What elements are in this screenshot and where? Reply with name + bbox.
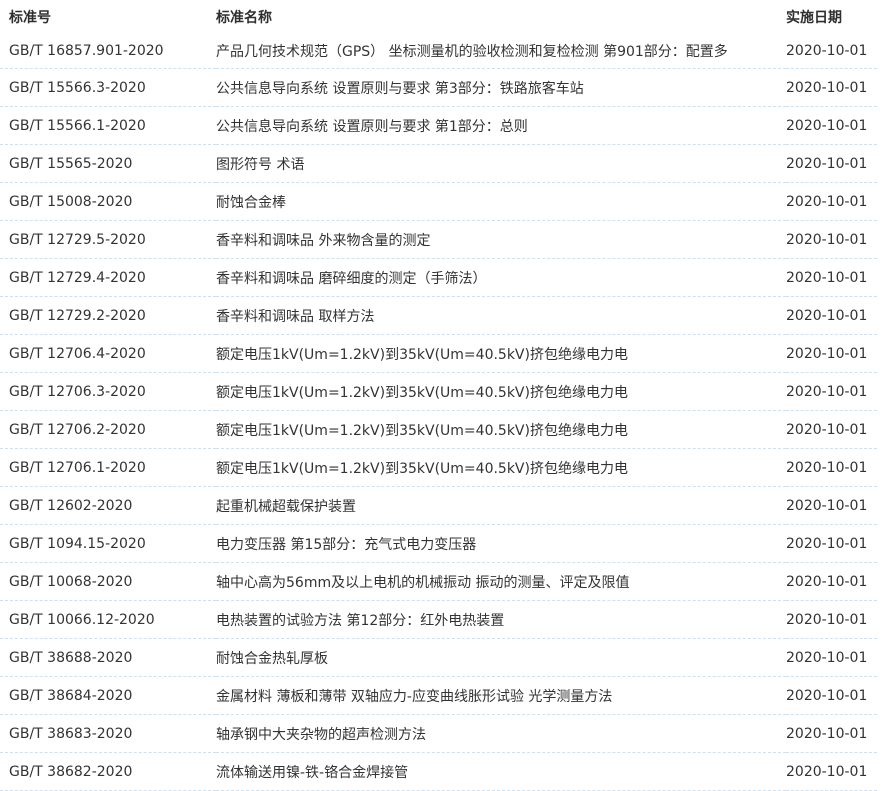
standard-name-link[interactable]: 流体输送用镍-铁-铬合金焊接管 xyxy=(216,752,786,791)
standard-code[interactable]: GB/T 12706.4-2020 xyxy=(0,334,216,373)
standard-code[interactable]: GB/T 38688-2020 xyxy=(0,638,216,677)
standard-code[interactable]: GB/T 12602-2020 xyxy=(0,486,216,525)
table-row: GB/T 10066.12-2020 电热装置的试验方法 第12部分：红外电热装… xyxy=(0,600,877,639)
table-row: GB/T 12729.2-2020 香辛料和调味品 取样方法 2020-10-0… xyxy=(0,296,877,335)
table-row: GB/T 38682-2020 流体输送用镍-铁-铬合金焊接管 2020-10-… xyxy=(0,752,877,791)
table-header: 标准号 标准名称 实施日期 xyxy=(0,0,877,33)
table-row: GB/T 38688-2020 耐蚀合金热轧厚板 2020-10-01 xyxy=(0,638,877,677)
implementation-date: 2020-10-01 xyxy=(786,448,877,487)
standard-name-link[interactable]: 香辛料和调味品 磨碎细度的测定（手筛法） xyxy=(216,258,786,297)
table-row: GB/T 15565-2020 图形符号 术语 2020-10-01 xyxy=(0,144,877,183)
implementation-date: 2020-10-01 xyxy=(786,68,877,107)
standard-name-link[interactable]: 耐蚀合金棒 xyxy=(216,182,786,221)
implementation-date: 2020-10-01 xyxy=(786,144,877,183)
table-row: GB/T 12706.4-2020 额定电压1kV(Um=1.2kV)到35kV… xyxy=(0,334,877,373)
implementation-date: 2020-10-01 xyxy=(786,676,877,715)
standard-name-link[interactable]: 起重机械超载保护装置 xyxy=(216,486,786,525)
table-row: GB/T 12729.5-2020 香辛料和调味品 外来物含量的测定 2020-… xyxy=(0,220,877,259)
implementation-date: 2020-10-01 xyxy=(786,714,877,753)
standard-code[interactable]: GB/T 12706.1-2020 xyxy=(0,448,216,487)
standard-name-link[interactable]: 公共信息导向系统 设置原则与要求 第1部分：总则 xyxy=(216,106,786,145)
standard-code[interactable]: GB/T 38682-2020 xyxy=(0,752,216,791)
implementation-date: 2020-10-01 xyxy=(786,182,877,221)
table-row: GB/T 1094.15-2020 电力变压器 第15部分：充气式电力变压器 2… xyxy=(0,524,877,563)
table-row: GB/T 12706.1-2020 额定电压1kV(Um=1.2kV)到35kV… xyxy=(0,448,877,487)
table-row: GB/T 10068-2020 轴中心高为56mm及以上电机的机械振动 振动的测… xyxy=(0,562,877,601)
table-row: GB/T 12602-2020 起重机械超载保护装置 2020-10-01 xyxy=(0,486,877,525)
implementation-date: 2020-10-01 xyxy=(786,752,877,791)
table-row: GB/T 12729.4-2020 香辛料和调味品 磨碎细度的测定（手筛法） 2… xyxy=(0,258,877,297)
table-row: GB/T 15566.1-2020 公共信息导向系统 设置原则与要求 第1部分：… xyxy=(0,106,877,145)
implementation-date: 2020-10-01 xyxy=(786,410,877,449)
implementation-date: 2020-10-01 xyxy=(786,562,877,601)
standard-name-link[interactable]: 耐蚀合金热轧厚板 xyxy=(216,638,786,677)
implementation-date: 2020-10-01 xyxy=(786,638,877,677)
standard-code[interactable]: GB/T 38684-2020 xyxy=(0,676,216,715)
standard-code[interactable]: GB/T 15566.1-2020 xyxy=(0,106,216,145)
table-body: GB/T 16857.901-2020 产品几何技术规范（GPS） 坐标测量机的… xyxy=(0,33,877,791)
standard-name-link[interactable]: 公共信息导向系统 设置原则与要求 第3部分：铁路旅客车站 xyxy=(216,68,786,107)
table-row: GB/T 12706.2-2020 额定电压1kV(Um=1.2kV)到35kV… xyxy=(0,410,877,449)
standard-code[interactable]: GB/T 12706.3-2020 xyxy=(0,372,216,411)
standard-code[interactable]: GB/T 15008-2020 xyxy=(0,182,216,221)
implementation-date: 2020-10-01 xyxy=(786,334,877,373)
standard-code[interactable]: GB/T 12729.2-2020 xyxy=(0,296,216,335)
standard-code[interactable]: GB/T 15566.3-2020 xyxy=(0,68,216,107)
standards-table: 标准号 标准名称 实施日期 GB/T 16857.901-2020 产品几何技术… xyxy=(0,0,877,791)
implementation-date: 2020-10-01 xyxy=(786,33,877,69)
standard-name-link[interactable]: 额定电压1kV(Um=1.2kV)到35kV(Um=40.5kV)挤包绝缘电力电 xyxy=(216,334,786,373)
standard-code[interactable]: GB/T 10068-2020 xyxy=(0,562,216,601)
implementation-date: 2020-10-01 xyxy=(786,524,877,563)
header-implementation-date: 实施日期 xyxy=(786,9,842,26)
standard-code[interactable]: GB/T 15565-2020 xyxy=(0,144,216,183)
standard-name-link[interactable]: 额定电压1kV(Um=1.2kV)到35kV(Um=40.5kV)挤包绝缘电力电 xyxy=(216,448,786,487)
table-row: GB/T 38683-2020 轴承钢中大夹杂物的超声检测方法 2020-10-… xyxy=(0,714,877,753)
standard-code[interactable]: GB/T 38683-2020 xyxy=(0,714,216,753)
standards-list-page: 标准号 标准名称 实施日期 GB/T 16857.901-2020 产品几何技术… xyxy=(0,0,896,791)
standard-name-link[interactable]: 额定电压1kV(Um=1.2kV)到35kV(Um=40.5kV)挤包绝缘电力电 xyxy=(216,410,786,449)
standard-name-link[interactable]: 额定电压1kV(Um=1.2kV)到35kV(Um=40.5kV)挤包绝缘电力电 xyxy=(216,372,786,411)
table-row: GB/T 12706.3-2020 额定电压1kV(Um=1.2kV)到35kV… xyxy=(0,372,877,411)
table-row: GB/T 38684-2020 金属材料 薄板和薄带 双轴应力-应变曲线胀形试验… xyxy=(0,676,877,715)
standard-name-link[interactable]: 轴承钢中大夹杂物的超声检测方法 xyxy=(216,714,786,753)
header-row: 标准号 标准名称 实施日期 xyxy=(0,0,877,33)
standard-name-link[interactable]: 电力变压器 第15部分：充气式电力变压器 xyxy=(216,524,786,563)
standard-name-link[interactable]: 产品几何技术规范（GPS） 坐标测量机的验收检测和复检检测 第901部分：配置多 xyxy=(216,33,786,69)
header-standard-code: 标准号 xyxy=(9,9,51,26)
standard-code[interactable]: GB/T 16857.901-2020 xyxy=(0,33,216,69)
standard-code[interactable]: GB/T 12729.4-2020 xyxy=(0,258,216,297)
standard-code[interactable]: GB/T 12706.2-2020 xyxy=(0,410,216,449)
standard-name-link[interactable]: 轴中心高为56mm及以上电机的机械振动 振动的测量、评定及限值 xyxy=(216,562,786,601)
standard-name-link[interactable]: 图形符号 术语 xyxy=(216,144,786,183)
implementation-date: 2020-10-01 xyxy=(786,486,877,525)
table-row: GB/T 16857.901-2020 产品几何技术规范（GPS） 坐标测量机的… xyxy=(0,33,877,69)
table-row: GB/T 15008-2020 耐蚀合金棒 2020-10-01 xyxy=(0,182,877,221)
table-row: GB/T 15566.3-2020 公共信息导向系统 设置原则与要求 第3部分：… xyxy=(0,68,877,107)
implementation-date: 2020-10-01 xyxy=(786,296,877,335)
header-standard-name: 标准名称 xyxy=(216,9,272,26)
implementation-date: 2020-10-01 xyxy=(786,372,877,411)
standard-name-link[interactable]: 金属材料 薄板和薄带 双轴应力-应变曲线胀形试验 光学测量方法 xyxy=(216,676,786,715)
implementation-date: 2020-10-01 xyxy=(786,106,877,145)
implementation-date: 2020-10-01 xyxy=(786,258,877,297)
standard-code[interactable]: GB/T 1094.15-2020 xyxy=(0,524,216,563)
implementation-date: 2020-10-01 xyxy=(786,220,877,259)
standard-code[interactable]: GB/T 12729.5-2020 xyxy=(0,220,216,259)
standard-name-link[interactable]: 香辛料和调味品 取样方法 xyxy=(216,296,786,335)
standard-name-link[interactable]: 电热装置的试验方法 第12部分：红外电热装置 xyxy=(216,600,786,639)
standard-name-link[interactable]: 香辛料和调味品 外来物含量的测定 xyxy=(216,220,786,259)
standard-code[interactable]: GB/T 10066.12-2020 xyxy=(0,600,216,639)
implementation-date: 2020-10-01 xyxy=(786,600,877,639)
